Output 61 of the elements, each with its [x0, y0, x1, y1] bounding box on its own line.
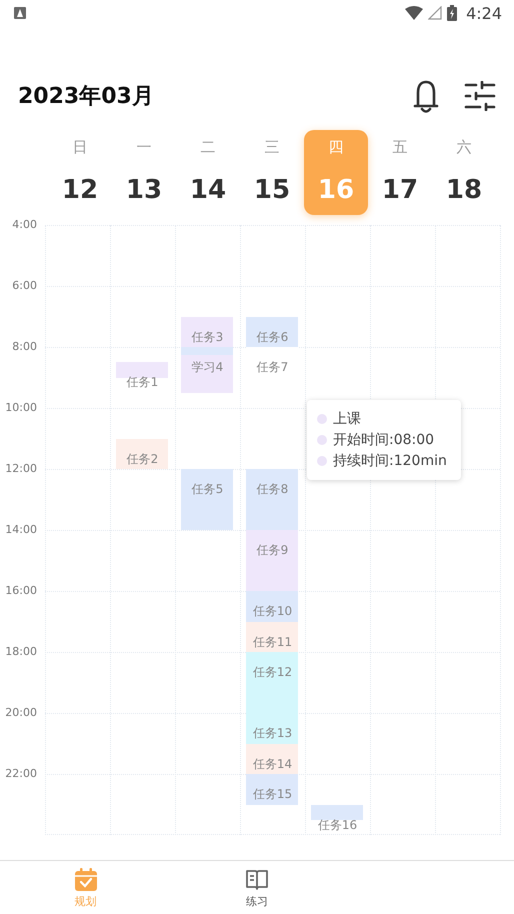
calendar-check-icon: [74, 868, 98, 892]
hour-label: 6:00: [12, 279, 37, 293]
signal-icon: [428, 6, 442, 20]
event-title: 任务9: [256, 543, 290, 557]
day-tab[interactable]: 三 15: [240, 130, 304, 215]
event-block[interactable]: [246, 530, 298, 591]
tooltip-text: 持续时间:120min: [333, 452, 447, 470]
event-block[interactable]: [246, 469, 298, 530]
event-title: 学习4: [190, 360, 224, 374]
hour-label: 10:00: [5, 401, 37, 415]
event-title: 任务15: [252, 787, 294, 801]
hour-label: 12:00: [5, 462, 37, 476]
event-block[interactable]: [181, 316, 233, 347]
hour-label: 8:00: [12, 340, 37, 354]
status-time: 4:24: [466, 4, 502, 22]
settings-icon[interactable]: [464, 81, 496, 111]
hour-label: 14:00: [5, 523, 37, 537]
event-title: 任务14: [252, 756, 294, 770]
day-tab[interactable]: 二 14: [176, 130, 240, 215]
notification-icon: [14, 7, 26, 19]
event-title: 任务13: [252, 726, 294, 740]
event-title: 任务12: [252, 665, 294, 679]
bullet-icon: [317, 456, 327, 466]
bullet-icon: [317, 435, 327, 445]
wifi-icon: [405, 6, 424, 20]
event-block[interactable]: [246, 652, 298, 713]
day-tab[interactable]: 六 18: [432, 130, 496, 215]
event-block[interactable]: [246, 316, 298, 347]
tooltip-text: 开始时间:08:00: [333, 431, 434, 449]
day-tab[interactable]: 五 17: [368, 130, 432, 215]
hour-label: 18:00: [5, 645, 37, 659]
event-block[interactable]: [246, 774, 298, 804]
event-block[interactable]: [246, 622, 298, 652]
battery-icon: [447, 5, 458, 21]
tooltip-text: 上课: [333, 410, 361, 428]
event-block[interactable]: [181, 354, 233, 393]
event-block[interactable]: [181, 469, 233, 530]
hour-label: 20:00: [5, 706, 37, 720]
event-title: 任务16: [316, 818, 358, 832]
event-block[interactable]: [246, 591, 298, 622]
month-title: 2023年03月: [18, 83, 154, 111]
event-block[interactable]: [246, 713, 298, 744]
event-title: 任务6: [256, 330, 290, 344]
hour-label: 16:00: [5, 584, 37, 598]
event-title: 任务2: [126, 452, 160, 466]
event-title: 任务10: [252, 604, 294, 618]
book-icon: [244, 868, 269, 892]
bullet-icon: [317, 414, 327, 424]
event-title: 任务3: [190, 330, 224, 344]
nav-tab[interactable]: 练习: [244, 861, 269, 914]
day-tab[interactable]: 一 13: [112, 130, 176, 215]
event-block[interactable]: [116, 438, 168, 469]
day-tab[interactable]: 日 12: [48, 130, 112, 215]
hour-label: 4:00: [12, 218, 37, 232]
event-title: 任务1: [126, 375, 160, 390]
event-title: 任务5: [190, 482, 224, 496]
event-title: 任务7: [256, 360, 290, 374]
hour-label: 22:00: [5, 767, 37, 781]
event-title: 任务8: [256, 482, 290, 496]
event-block[interactable]: [246, 744, 298, 774]
event-title: 任务11: [252, 634, 294, 648]
